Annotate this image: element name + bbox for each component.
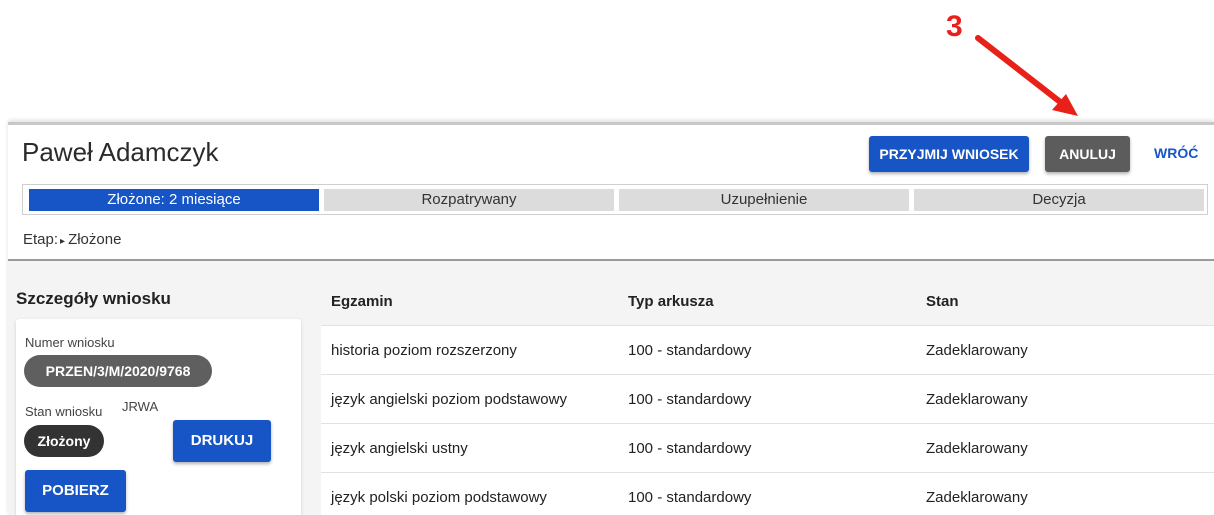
- cell-sheet-type: 100 - standardowy: [628, 440, 752, 457]
- application-number-label: Numer wniosku: [25, 335, 115, 350]
- back-link[interactable]: WRÓĆ: [1154, 145, 1198, 161]
- application-window: Paweł Adamczyk PRZYJMIJ WNIOSEK ANULUJ W…: [8, 122, 1214, 515]
- column-header-sheet-type: Typ arkusza: [628, 293, 714, 310]
- step-supplement: Uzupełnienie: [619, 189, 909, 211]
- accept-application-button[interactable]: PRZYJMIJ WNIOSEK: [869, 136, 1029, 172]
- table-row[interactable]: język angielski poziom podstawowy 100 - …: [321, 374, 1214, 423]
- table-row[interactable]: język polski poziom podstawowy 100 - sta…: [321, 472, 1214, 515]
- cell-state: Zadeklarowany: [926, 489, 1028, 506]
- cell-sheet-type: 100 - standardowy: [628, 489, 752, 506]
- cell-state: Zadeklarowany: [926, 342, 1028, 359]
- progress-stepper: Złożone: 2 miesiące Rozpatrywany Uzupełn…: [22, 184, 1208, 215]
- stage-indicator: Etap: ▸ Złożone: [23, 231, 121, 248]
- table-header: Egzamin Typ arkusza Stan: [321, 277, 1214, 325]
- jrwa-label: JRWA: [122, 399, 159, 414]
- step-processing: Rozpatrywany: [324, 189, 614, 211]
- page-title: Paweł Adamczyk: [22, 137, 219, 167]
- stage-value: Złożone: [68, 231, 122, 248]
- cell-exam: język polski poziom podstawowy: [331, 489, 547, 506]
- cell-sheet-type: 100 - standardowy: [628, 391, 752, 408]
- cell-exam: język angielski poziom podstawowy: [331, 391, 567, 408]
- table-row[interactable]: historia poziom rozszerzony 100 - standa…: [321, 325, 1214, 374]
- details-title: Szczegóły wniosku: [16, 289, 171, 308]
- cell-sheet-type: 100 - standardowy: [628, 342, 752, 359]
- header: Paweł Adamczyk PRZYJMIJ WNIOSEK ANULUJ W…: [8, 125, 1214, 183]
- cell-exam: język angielski ustny: [331, 440, 468, 457]
- details-card: Numer wniosku PRZEN/3/M/2020/9768 Stan w…: [16, 319, 301, 515]
- triangle-right-icon: ▸: [60, 236, 66, 247]
- application-status-label: Stan wniosku: [25, 404, 103, 419]
- cell-state: Zadeklarowany: [926, 391, 1028, 408]
- annotation-arrow-icon: [975, 35, 1078, 116]
- exam-table: Egzamin Typ arkusza Stan historia poziom…: [321, 277, 1214, 515]
- step-submitted: Złożone: 2 miesiące: [29, 189, 319, 211]
- cell-state: Zadeklarowany: [926, 440, 1028, 457]
- step-decision: Decyzja: [914, 189, 1204, 211]
- application-number-chip: PRZEN/3/M/2020/9768: [24, 355, 212, 387]
- table-row[interactable]: język angielski ustny 100 - standardowy …: [321, 423, 1214, 472]
- cancel-button[interactable]: ANULUJ: [1045, 136, 1130, 172]
- status-badge: Złożony: [24, 425, 104, 457]
- download-button[interactable]: POBIERZ: [25, 470, 126, 512]
- column-header-state: Stan: [926, 293, 959, 310]
- print-button[interactable]: DRUKUJ: [173, 420, 271, 462]
- cell-exam: historia poziom rozszerzony: [331, 342, 517, 359]
- column-header-exam: Egzamin: [331, 293, 393, 310]
- stage-prefix: Etap:: [23, 231, 59, 248]
